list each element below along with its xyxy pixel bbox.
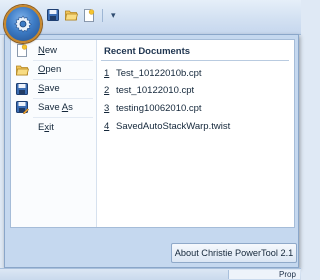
recent-document-item[interactable]: 4 SavedAutoStackWarp.twist [104, 119, 230, 133]
qat-separator [102, 8, 103, 22]
menu-item-save[interactable]: Save [13, 80, 93, 97]
recent-document-item[interactable]: 2 test_10122010.cpt [104, 83, 194, 97]
application-menu-button[interactable] [4, 5, 42, 43]
save-as-icon [15, 101, 29, 115]
recent-documents-title: Recent Documents [104, 46, 191, 57]
new-document-icon [15, 44, 29, 58]
menu-item-label: Open [38, 64, 62, 75]
menu-item-label: Exit [38, 122, 54, 133]
recent-document-name: testing10062010.cpt [116, 102, 202, 114]
menu-item-label: Save As [38, 102, 73, 113]
recent-document-item[interactable]: 3 testing10062010.cpt [104, 101, 202, 115]
menu-item-label: New [38, 45, 58, 56]
menu-item-label: Save [38, 83, 60, 94]
gear-icon [14, 15, 32, 33]
commands-pane: New Open Save Save As Exit [11, 40, 97, 227]
qat-new-button[interactable] [82, 8, 96, 22]
menu-item-save-as[interactable]: Save As [13, 99, 93, 116]
about-button[interactable]: About Christie PowerTool 2.1 [171, 243, 297, 263]
application-menu: New Open Save Save As Exit Recent Docume… [4, 34, 299, 268]
recent-documents-divider [101, 60, 289, 61]
menu-item-exit[interactable]: Exit [13, 119, 93, 136]
menu-divider [33, 117, 93, 118]
recent-document-name: Test_10122010b.cpt [116, 67, 202, 79]
recent-document-item[interactable]: 1 Test_10122010b.cpt [104, 66, 202, 80]
status-bar: Prop [0, 268, 301, 280]
recent-document-number: 4 [104, 120, 110, 132]
recent-document-name: test_10122010.cpt [116, 84, 195, 96]
recent-document-name: SavedAutoStackWarp.twist [116, 120, 231, 132]
save-icon [47, 9, 59, 21]
title-bar: ▾ [0, 0, 301, 43]
blank-icon [15, 121, 29, 135]
save-icon [15, 82, 29, 96]
menu-panel: New Open Save Save As Exit Recent Docume… [10, 39, 295, 228]
qat-open-button[interactable] [64, 8, 78, 22]
open-folder-icon [15, 63, 29, 77]
recent-document-number: 3 [104, 102, 110, 114]
quick-access-toolbar: ▾ [46, 8, 116, 22]
recent-document-number: 1 [104, 67, 110, 79]
recent-documents-pane: Recent Documents 1 Test_10122010b.cpt 2 … [97, 40, 294, 227]
recent-document-number: 2 [104, 84, 110, 96]
customize-qat-button[interactable]: ▾ [109, 10, 116, 21]
properties-tab[interactable]: Prop [228, 270, 300, 279]
open-folder-icon [64, 10, 78, 21]
menu-item-open[interactable]: Open [13, 61, 93, 78]
new-document-icon [84, 8, 95, 22]
menu-item-new[interactable]: New [13, 42, 93, 59]
qat-save-button[interactable] [46, 8, 60, 22]
